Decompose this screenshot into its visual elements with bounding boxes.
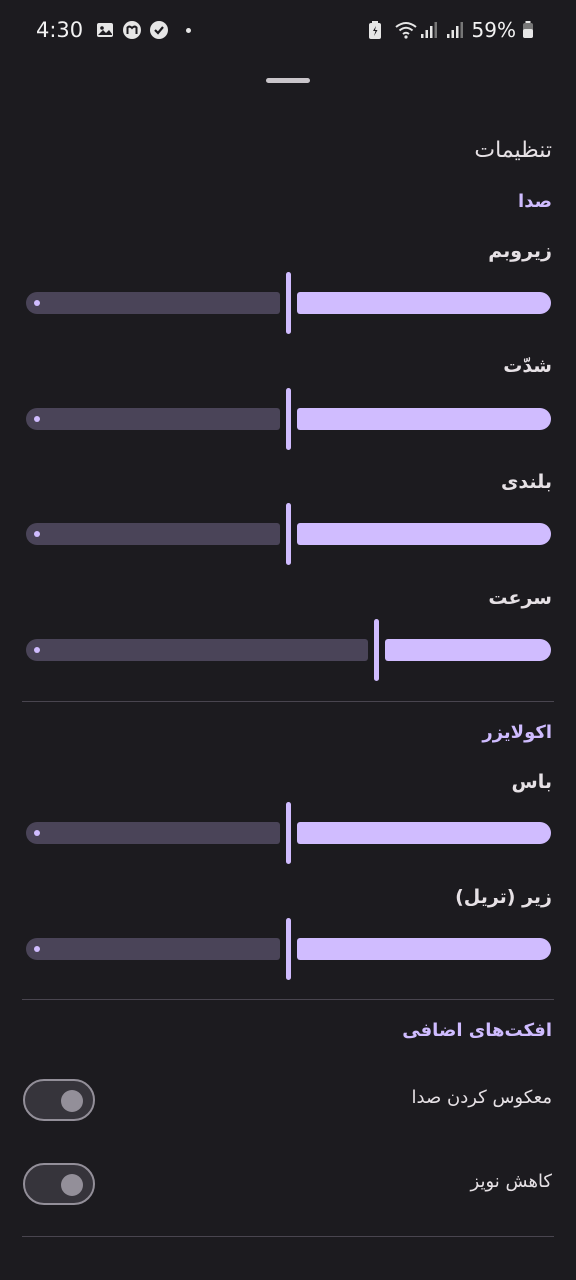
slider-track-inactive <box>26 938 280 960</box>
reverse-audio-switch[interactable] <box>23 1079 95 1121</box>
slider-stop-indicator <box>34 531 40 537</box>
battery-percent: 59% <box>471 18 516 42</box>
volume-slider[interactable] <box>26 503 551 565</box>
slider-track-active <box>385 639 551 661</box>
switch-knob <box>61 1090 83 1112</box>
status-bar: 4:30 59% <box>0 0 576 64</box>
slider-label-volume: بلندی <box>500 471 552 493</box>
divider <box>22 999 554 1000</box>
slider-track-active <box>297 938 551 960</box>
signal-icon <box>446 20 466 40</box>
slider-thumb[interactable] <box>374 619 379 681</box>
battery-icon <box>522 20 542 40</box>
slider-track-inactive <box>26 408 280 430</box>
slider-track-inactive <box>26 292 280 314</box>
slider-track-active <box>297 822 551 844</box>
slider-thumb[interactable] <box>286 272 291 334</box>
drag-handle[interactable] <box>266 78 310 83</box>
slider-label-bass: باس <box>511 771 553 793</box>
signal-icon <box>420 20 440 40</box>
treble-slider[interactable] <box>26 918 551 980</box>
slider-stop-indicator <box>34 647 40 653</box>
divider <box>22 1236 554 1237</box>
speed-slider[interactable] <box>26 619 551 681</box>
switch-knob <box>61 1174 83 1196</box>
slider-stop-indicator <box>34 300 40 306</box>
slider-stop-indicator <box>34 416 40 422</box>
slider-track-inactive <box>26 639 368 661</box>
slider-label-pitch: زیروبم <box>488 240 552 262</box>
divider <box>22 701 554 702</box>
switch-label-reverse-audio: معکوس کردن صدا <box>411 1087 552 1108</box>
status-left: 4:30 <box>36 18 192 42</box>
app-m-icon <box>122 20 142 40</box>
slider-thumb[interactable] <box>286 388 291 450</box>
section-header-effects: افکت‌های اضافی <box>402 1020 552 1041</box>
clock: 4:30 <box>36 18 84 42</box>
noise-reduction-switch[interactable] <box>23 1163 95 1205</box>
intensity-slider[interactable] <box>26 388 551 450</box>
slider-stop-indicator <box>34 830 40 836</box>
shield-check-icon <box>149 20 169 40</box>
notification-dot-icon <box>186 27 192 33</box>
section-header-sound: صدا <box>518 191 552 212</box>
slider-track-inactive <box>26 523 280 545</box>
page-title: تنظیمات <box>474 138 552 163</box>
wifi-icon <box>394 20 417 40</box>
battery-saver-icon <box>368 20 388 40</box>
slider-track-active <box>297 523 551 545</box>
pitch-slider[interactable] <box>26 272 551 334</box>
slider-thumb[interactable] <box>286 918 291 980</box>
slider-label-intensity: شدّت <box>503 355 552 377</box>
slider-track-active <box>297 408 551 430</box>
section-header-equalizer: اکولایزر <box>482 722 552 743</box>
slider-track-inactive <box>26 822 280 844</box>
slider-label-treble: زیر (تریل) <box>455 886 552 908</box>
slider-stop-indicator <box>34 946 40 952</box>
slider-label-speed: سرعت <box>488 587 552 609</box>
gallery-icon <box>95 20 115 40</box>
status-right: 59% <box>368 18 542 42</box>
slider-thumb[interactable] <box>286 503 291 565</box>
switch-label-noise-reduction: کاهش نویز <box>470 1171 552 1192</box>
slider-thumb[interactable] <box>286 802 291 864</box>
slider-track-active <box>297 292 551 314</box>
bass-slider[interactable] <box>26 802 551 864</box>
